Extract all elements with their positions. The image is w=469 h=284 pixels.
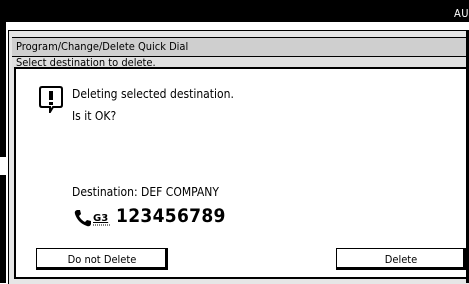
phone-number: 123456789 — [116, 205, 226, 227]
dialog-message-line2: Is it OK? — [72, 109, 117, 123]
phone-line-label: G3 — [93, 213, 108, 224]
window-title-bar: Program/Change/Delete Quick Dial — [12, 37, 469, 57]
destination-label: Destination: DEF COMPANY — [72, 185, 219, 199]
top-status-bar: AU — [0, 0, 469, 22]
status-corner-text: AU — [453, 7, 469, 20]
left-edge-gap — [0, 157, 6, 175]
fax-g3-phone-icon: G3 — [74, 210, 110, 227]
delete-button[interactable]: Delete — [336, 248, 466, 270]
dialog-message-line1: Deleting selected destination. — [72, 87, 234, 101]
left-edge-bar — [0, 22, 6, 157]
confirm-delete-dialog: Deleting selected destination. Is it OK?… — [14, 67, 469, 279]
do-not-delete-button[interactable]: Do not Delete — [36, 248, 168, 270]
left-edge-bar-lower — [0, 175, 6, 283]
window-title: Program/Change/Delete Quick Dial — [16, 40, 189, 53]
exclamation-alert-icon — [39, 86, 63, 113]
